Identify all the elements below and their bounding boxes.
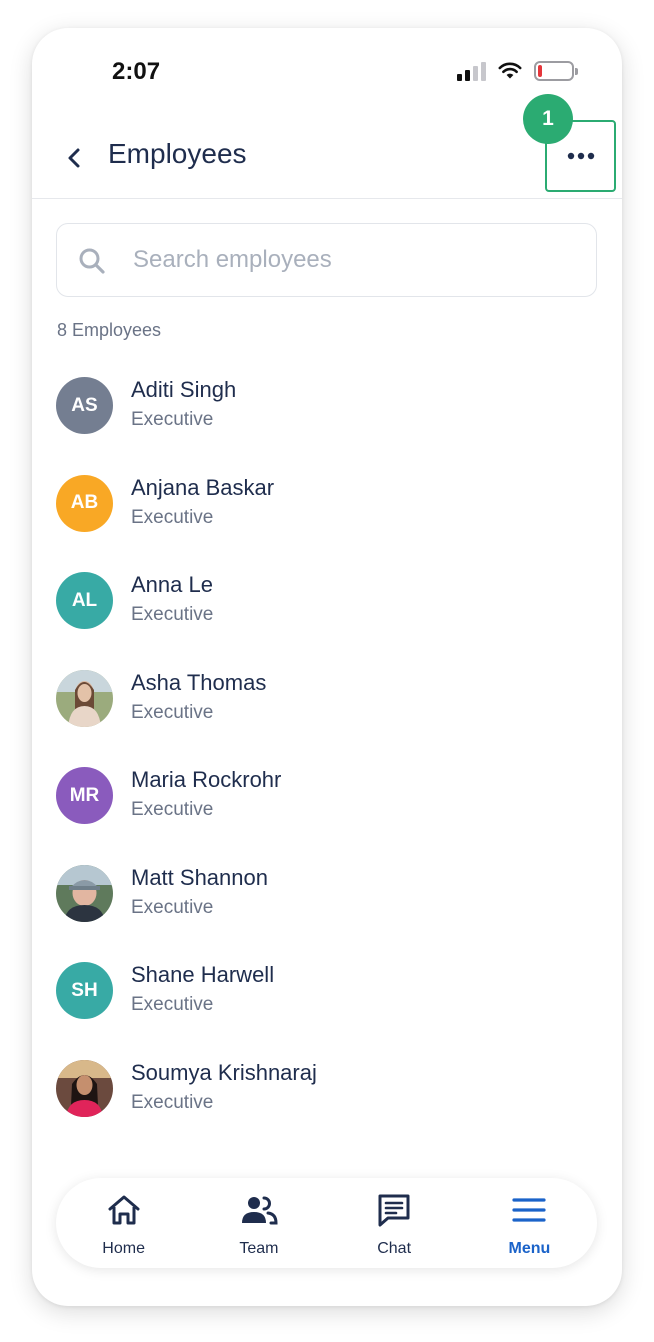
- employee-name: Matt Shannon: [131, 864, 268, 890]
- employee-name: Aditi Singh: [131, 377, 237, 402]
- avatar: MR: [56, 767, 113, 824]
- employee-role: Executive: [131, 994, 214, 1015]
- employee-row[interactable]: Matt Shannon Executive: [56, 856, 597, 954]
- avatar-photo: [56, 864, 113, 922]
- employee-name: Soumya Krishnaraj: [131, 1059, 317, 1085]
- employee-row[interactable]: SH Shane Harwell Executive: [56, 953, 597, 1051]
- nav-label: Menu: [508, 1240, 551, 1257]
- employee-role: Executive: [131, 1091, 214, 1113]
- nav-label: Team: [239, 1240, 279, 1257]
- bottom-nav: Home Team Chat Menu: [56, 1178, 597, 1268]
- nav-chat[interactable]: Chat: [327, 1178, 462, 1268]
- nav-team[interactable]: Team: [191, 1178, 326, 1268]
- nav-label: Home: [102, 1240, 145, 1257]
- battery-icon: [534, 61, 578, 81]
- avatar: AB: [56, 474, 113, 532]
- step-badge: 1: [523, 94, 573, 144]
- employee-row[interactable]: Soumya Krishnaraj Executive: [56, 1051, 597, 1149]
- page-title: Employees: [108, 138, 247, 169]
- nav-home[interactable]: Home: [56, 1178, 191, 1268]
- employee-role: Executive: [131, 701, 214, 723]
- employee-row[interactable]: AS Aditi Singh Executive: [56, 368, 597, 466]
- employee-list: AS Aditi Singh Executive AB Anjana Baskar…: [56, 368, 597, 1148]
- employee-row[interactable]: Asha Thomas Executive: [56, 661, 597, 759]
- avatar: AL: [56, 572, 113, 629]
- home-icon: [108, 1195, 140, 1225]
- chat-icon: [378, 1194, 410, 1227]
- phone-frame: 2:07 Employees 1 8 Employees: [32, 28, 622, 1306]
- avatar: SH: [56, 962, 113, 1019]
- nav-label: Chat: [377, 1240, 412, 1257]
- avatar-photo: [56, 669, 113, 727]
- employee-role: Executive: [131, 409, 214, 430]
- avatar-photo: [56, 1059, 113, 1117]
- chevron-left-icon: [68, 148, 80, 168]
- status-time: 2:07: [112, 58, 161, 85]
- menu-icon: [512, 1198, 546, 1222]
- status-icons: [457, 60, 578, 82]
- nav-menu[interactable]: Menu: [462, 1178, 597, 1268]
- employee-name: Anjana Baskar: [131, 474, 275, 500]
- employee-role: Executive: [131, 604, 214, 625]
- search-box: [56, 223, 597, 297]
- employee-role: Executive: [131, 506, 214, 528]
- avatar: AS: [56, 377, 113, 434]
- employee-name: Maria Rockrohr: [131, 767, 282, 792]
- employee-row[interactable]: AB Anjana Baskar Executive: [56, 466, 597, 564]
- employee-row[interactable]: AL Anna Le Executive: [56, 563, 597, 661]
- cellular-signal-icon: [457, 61, 486, 81]
- employee-name: Asha Thomas: [131, 669, 267, 695]
- more-horizontal-icon: [567, 152, 594, 160]
- employee-count: 8 Employees: [57, 320, 162, 340]
- employee-name: Shane Harwell: [131, 962, 275, 987]
- employee-role: Executive: [131, 896, 214, 918]
- employee-name: Anna Le: [131, 572, 213, 597]
- back-button[interactable]: [60, 142, 88, 174]
- team-icon: [241, 1196, 278, 1225]
- wifi-icon: [498, 62, 522, 79]
- search-input[interactable]: [133, 240, 573, 280]
- employee-role: Executive: [131, 799, 214, 820]
- search-icon: [79, 248, 105, 274]
- employee-row[interactable]: MR Maria Rockrohr Executive: [56, 758, 597, 856]
